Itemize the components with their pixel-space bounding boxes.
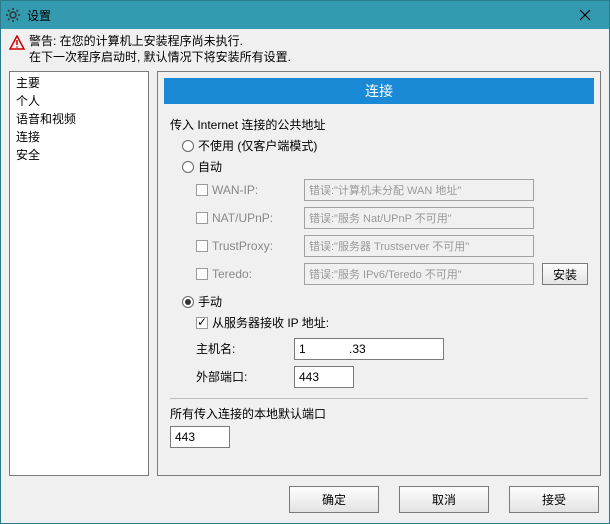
ext-port-label: 外部端口: xyxy=(196,368,286,385)
chk-trustproxy[interactable]: TrustProxy: xyxy=(196,239,296,253)
radio-disable-label: 不使用 (仅客户端模式) xyxy=(198,137,317,154)
trustproxy-error xyxy=(304,235,534,257)
natupnp-error xyxy=(304,207,534,229)
sidebar-item-voice-video[interactable]: 语音和视频 xyxy=(10,110,148,128)
chk-teredo[interactable]: Teredo: xyxy=(196,267,296,281)
sidebar-item-personal[interactable]: 个人 xyxy=(10,92,148,110)
warning-line2: 在下一次程序启动时, 默认情况下将安装所有设置. xyxy=(29,49,291,65)
checkbox-icon xyxy=(196,212,208,224)
incoming-section-label: 传入 Internet 连接的公共地址 xyxy=(170,116,588,133)
sidebar-item-main[interactable]: 主要 xyxy=(10,74,148,92)
titlebar: 设置 xyxy=(1,1,609,29)
chk-wanip[interactable]: WAN-IP: xyxy=(196,183,296,197)
warning-line1: 警告: 在您的计算机上安装程序尚未执行. xyxy=(29,33,291,49)
teredo-install-button[interactable]: 安装 xyxy=(542,263,588,285)
gear-icon xyxy=(5,7,21,23)
radio-auto[interactable]: 自动 xyxy=(182,158,588,175)
radio-disable[interactable]: 不使用 (仅客户端模式) xyxy=(182,137,588,154)
chk-recv-from-server[interactable]: 从服务器接收 IP 地址: xyxy=(196,314,329,331)
content-panel: 连接 传入 Internet 连接的公共地址 不使用 (仅客户端模式) 自动 W… xyxy=(157,71,601,476)
checkbox-icon xyxy=(196,317,208,329)
radio-auto-label: 自动 xyxy=(198,158,222,175)
local-port-label: 所有传入连接的本地默认端口 xyxy=(170,405,588,422)
host-label: 主机名: xyxy=(196,340,286,357)
teredo-error xyxy=(304,263,534,285)
checkbox-icon xyxy=(196,268,208,280)
chk-trustproxy-label: TrustProxy: xyxy=(212,239,273,253)
warning-icon xyxy=(9,35,25,54)
apply-button[interactable]: 接受 xyxy=(509,486,599,513)
cancel-button[interactable]: 取消 xyxy=(399,486,489,513)
panel-heading: 连接 xyxy=(164,78,594,104)
radio-manual[interactable]: 手动 xyxy=(182,293,588,310)
checkbox-icon xyxy=(196,240,208,252)
button-bar: 确定 取消 接受 xyxy=(1,476,609,523)
sidebar-item-security[interactable]: 安全 xyxy=(10,146,148,164)
warning-area: 警告: 在您的计算机上安装程序尚未执行. 在下一次程序启动时, 默认情况下将安装… xyxy=(1,29,609,71)
local-port-input[interactable] xyxy=(170,426,230,448)
chk-natupnp-label: NAT/UPnP: xyxy=(212,211,273,225)
chk-natupnp[interactable]: NAT/UPnP: xyxy=(196,211,296,225)
ok-button[interactable]: 确定 xyxy=(289,486,379,513)
chk-recv-from-server-label: 从服务器接收 IP 地址: xyxy=(212,314,329,331)
checkbox-icon xyxy=(196,184,208,196)
radio-icon xyxy=(182,161,194,173)
chk-teredo-label: Teredo: xyxy=(212,267,252,281)
radio-icon xyxy=(182,296,194,308)
radio-manual-label: 手动 xyxy=(198,293,222,310)
wanip-error xyxy=(304,179,534,201)
host-input[interactable] xyxy=(294,338,444,360)
divider xyxy=(170,398,588,399)
window-title: 设置 xyxy=(27,7,51,24)
chk-wanip-label: WAN-IP: xyxy=(212,183,258,197)
ext-port-input[interactable] xyxy=(294,366,354,388)
sidebar-item-connection[interactable]: 连接 xyxy=(10,128,148,146)
close-button[interactable] xyxy=(565,3,605,27)
radio-icon xyxy=(182,140,194,152)
sidebar: 主要 个人 语音和视频 连接 安全 xyxy=(9,71,149,476)
